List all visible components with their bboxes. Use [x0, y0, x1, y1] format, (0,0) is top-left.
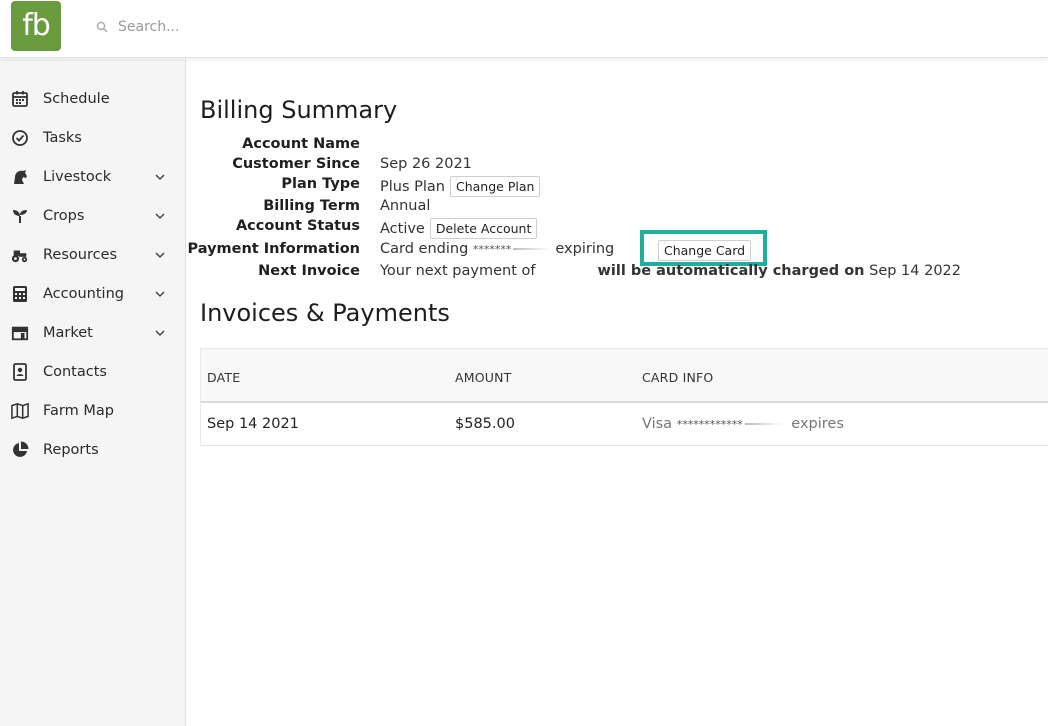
column-header-card-info[interactable]: CARD INFO — [642, 370, 713, 385]
card-ending-text: Card ending — [380, 241, 469, 257]
search-input[interactable] — [118, 19, 378, 35]
card-brand: Visa — [642, 416, 673, 432]
invoice-amount: $585.00 — [455, 416, 515, 432]
next-invoice-value: Your next payment of will be automatical… — [380, 263, 961, 279]
calendar-icon — [12, 91, 28, 107]
horse-icon — [14, 170, 27, 184]
pie-chart-icon — [13, 441, 29, 457]
sidebar-item-market[interactable]: Market — [0, 316, 186, 350]
sidebar: Schedule Tasks Livestock Crops Resources — [0, 59, 186, 726]
sidebar-item-resources[interactable]: Resources — [0, 238, 186, 272]
invoice-date: Sep 14 2021 — [207, 416, 299, 432]
sidebar-item-label: Reports — [43, 442, 99, 458]
sidebar-item-contacts[interactable]: Contacts — [0, 355, 186, 389]
sidebar-item-farm-map[interactable]: Farm Map — [0, 394, 186, 428]
store-icon — [11, 326, 29, 341]
change-card-button[interactable]: Change Card — [658, 240, 752, 261]
change-plan-button[interactable]: Change Plan — [449, 176, 541, 197]
sidebar-item-accounting[interactable]: Accounting — [0, 277, 186, 311]
billing-term-value: Annual — [380, 198, 431, 214]
next-payment-text: Your next payment of — [380, 263, 536, 279]
search-box[interactable] — [96, 14, 396, 40]
sidebar-item-crops[interactable]: Crops — [0, 199, 186, 233]
card-mask: ******* — [472, 242, 512, 256]
sidebar-item-label: Farm Map — [43, 403, 114, 419]
check-circle-icon — [12, 130, 28, 146]
table-header: DATE AMOUNT CARD INFO — [200, 348, 1048, 403]
plan-type-value-group: Plus Plan Change Plan — [380, 176, 541, 197]
address-book-icon — [13, 363, 27, 381]
plan-type-label: Plan Type — [281, 176, 360, 192]
table-row[interactable]: Sep 14 2021 $585.00 Visa ************ ex… — [200, 404, 1048, 446]
sidebar-item-reports[interactable]: Reports — [0, 433, 186, 467]
sidebar-item-label: Accounting — [43, 286, 124, 302]
search-icon — [96, 21, 108, 33]
account-status-value: Active — [380, 220, 425, 237]
plan-type-row: Plan Type Plus Plan Change Plan — [200, 176, 1048, 197]
change-card-highlight: Change Card — [640, 230, 767, 266]
sidebar-item-label: Contacts — [43, 364, 107, 380]
chevron-down-icon — [155, 213, 165, 220]
expiring-text: expiring — [555, 241, 615, 257]
column-header-date[interactable]: DATE — [207, 370, 240, 385]
redacted-card-digits — [744, 423, 783, 425]
next-invoice-row: Next Invoice Your next payment of will b… — [200, 263, 1048, 283]
invoice-card-info: Visa ************ expires — [642, 416, 844, 432]
map-icon — [11, 402, 29, 420]
next-invoice-label: Next Invoice — [258, 263, 360, 279]
chevron-down-icon — [155, 330, 165, 337]
account-name-label: Account Name — [242, 136, 360, 152]
column-header-amount[interactable]: AMOUNT — [455, 370, 512, 385]
sidebar-item-livestock[interactable]: Livestock — [0, 160, 186, 194]
card-mask: ************ — [676, 418, 743, 431]
chevron-down-icon — [155, 252, 165, 259]
payment-information-label: Payment Information — [187, 241, 361, 257]
calculator-icon — [13, 286, 27, 302]
card-expires-text: expires — [791, 416, 844, 432]
customer-since-row: Customer Since Sep 26 2021 — [200, 156, 1048, 176]
auto-charge-text: will be automatically charged on — [597, 263, 865, 279]
billing-term-row: Billing Term Annual — [200, 198, 1048, 218]
tractor-icon — [11, 250, 28, 263]
plan-type-value: Plus Plan — [380, 178, 445, 195]
sidebar-item-label: Schedule — [43, 91, 110, 107]
delete-account-button[interactable]: Delete Account — [429, 218, 538, 239]
sidebar-item-schedule[interactable]: Schedule — [0, 82, 186, 116]
farmbrite-logo[interactable]: fb — [11, 1, 61, 51]
payment-information-value: Card ending ******* expiring — [380, 241, 614, 257]
sidebar-item-label: Resources — [43, 247, 118, 263]
account-name-row: Account Name — [200, 136, 1048, 156]
account-status-value-group: Active Delete Account — [380, 218, 538, 239]
customer-since-value: Sep 26 2021 — [380, 156, 472, 172]
billing-summary-title: Billing Summary — [200, 96, 398, 124]
sidebar-item-label: Livestock — [43, 169, 112, 185]
account-status-row: Account Status Active Delete Account — [200, 218, 1048, 239]
seedling-icon — [13, 210, 27, 223]
sidebar-item-label: Crops — [43, 208, 85, 224]
customer-since-label: Customer Since — [232, 156, 360, 172]
invoices-payments-title: Invoices & Payments — [200, 299, 450, 327]
next-charge-date: Sep 14 2022 — [869, 263, 962, 279]
sidebar-item-tasks[interactable]: Tasks — [0, 121, 186, 155]
sidebar-item-label: Market — [43, 325, 93, 341]
top-bar: fb — [0, 0, 1048, 58]
payment-information-row: Payment Information Card ending ******* e… — [188, 241, 1048, 261]
billing-term-label: Billing Term — [263, 198, 360, 214]
redacted-card-digits — [513, 248, 552, 250]
chevron-down-icon — [155, 174, 165, 181]
account-status-label: Account Status — [235, 218, 360, 234]
chevron-down-icon — [155, 291, 165, 298]
sidebar-item-label: Tasks — [43, 130, 82, 146]
